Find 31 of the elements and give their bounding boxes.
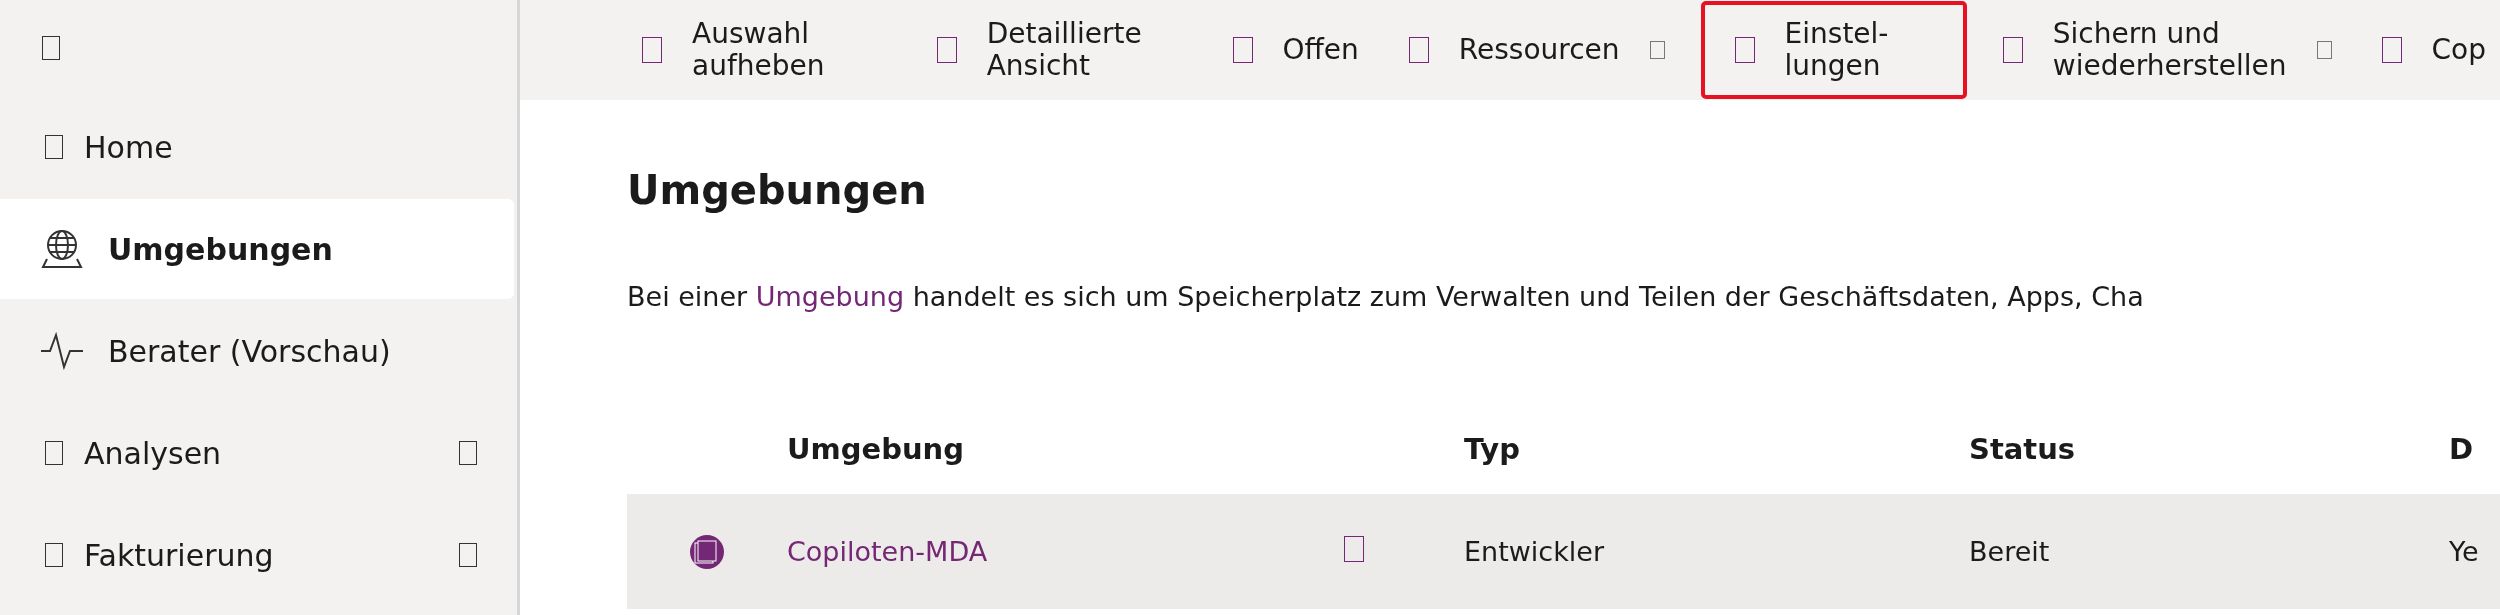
environment-link[interactable]: Umgebung xyxy=(755,281,905,312)
page-title: Umgebungen xyxy=(627,166,928,215)
description-text: Bei einer xyxy=(627,281,748,312)
nav-item[interactable]: Umgebungen xyxy=(0,199,514,299)
table-cell-text: Bereit xyxy=(1969,536,2051,567)
toolbar-button[interactable]: Cop xyxy=(2367,1,2500,99)
description-text: handelt es sich um Speicherplatz zum Verwalten und Teilen der Geschäftsdaten, Apps, Cha xyxy=(912,281,2144,312)
environment-link[interactable]: Copiloten-MDA xyxy=(787,536,988,567)
toolbar-button[interactable]: Auswahl aufheben xyxy=(628,1,901,99)
toolbar-button[interactable]: Ressourcen xyxy=(1394,1,1679,99)
placeholder-icon xyxy=(45,543,63,567)
table-row[interactable]: Copiloten-MDA Entwickler Bereit Ye xyxy=(627,494,2500,609)
table-cell: Ye xyxy=(2449,536,2479,567)
toolbar-button[interactable]: Offen xyxy=(1218,1,1373,99)
nav-item[interactable]: Home xyxy=(0,97,517,197)
column-header[interactable]: Umgebung xyxy=(787,432,1464,466)
table-cell-text: Entwickler xyxy=(1464,536,1606,567)
nav-item[interactable]: Analysen xyxy=(0,403,517,503)
toolbar-button[interactable]: Sichern und wiederherstellen xyxy=(1988,1,2346,99)
placeholder-icon xyxy=(45,135,63,159)
toolbar-button[interactable]: Detaillierte Ansicht xyxy=(922,1,1197,99)
column-header[interactable]: D xyxy=(2449,432,2474,466)
placeholder-icon xyxy=(45,441,63,465)
nav-item[interactable]: Berater (Vorschau) xyxy=(0,301,517,401)
globe-icon xyxy=(40,229,84,269)
environment-icon xyxy=(689,533,725,570)
toolbar-button[interactable]: Einstel-lungen xyxy=(1700,1,1967,99)
nav-item[interactable]: Fakturierung xyxy=(0,505,517,605)
pulse-icon xyxy=(40,331,84,371)
column-header[interactable]: Status xyxy=(1969,432,2449,466)
column-header[interactable]: Typ xyxy=(1464,432,1969,466)
